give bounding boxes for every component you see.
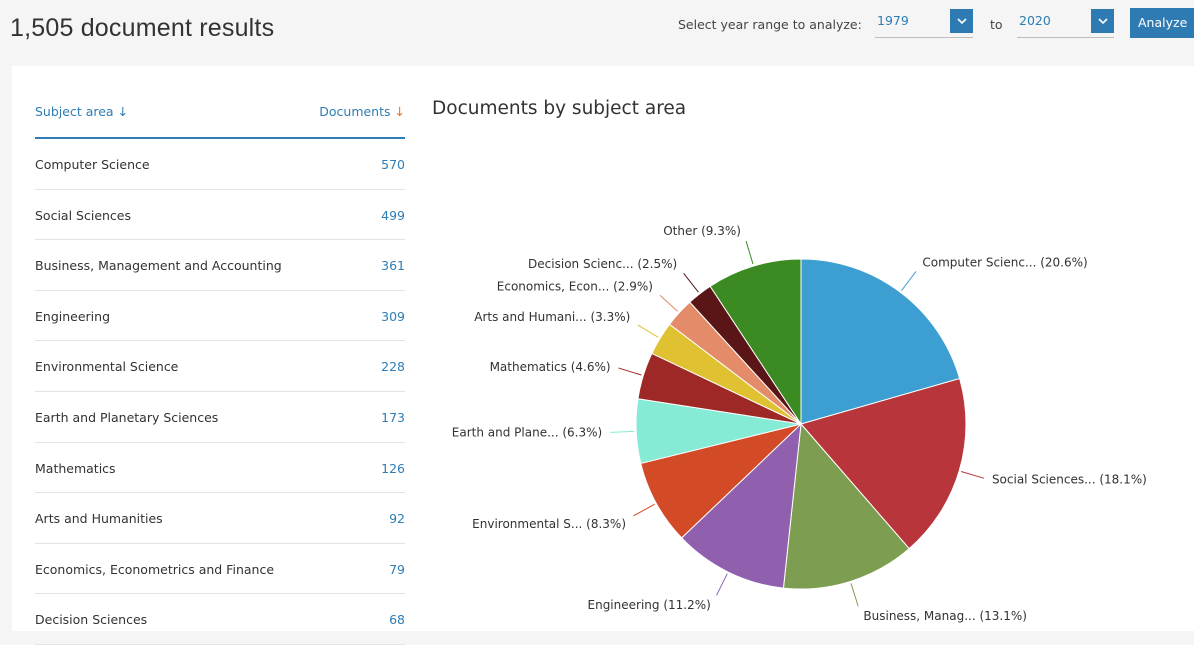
subject-name: Decision Sciences [35, 612, 148, 628]
pie-chart: Computer Scienc... (20.6%) Social Science… [452, 224, 1147, 623]
document-count-link[interactable]: 361 [381, 258, 405, 273]
subject-area-sort[interactable]: Subject area ↓ [35, 104, 128, 119]
table-row: Earth and Planetary Sciences 173 [35, 392, 405, 443]
analysis-panel: Subject area ↓ Documents ↓ Computer Scie… [12, 66, 1194, 645]
leader-line [960, 471, 985, 479]
leader-line [637, 324, 659, 338]
slice-label: Mathematics (4.6%) [490, 360, 611, 374]
document-count-link[interactable]: 309 [381, 309, 405, 324]
table-body: Computer Science 570 Social Sciences 499 Bus… [35, 139, 405, 645]
table-row: Arts and Humanities 92 [35, 493, 405, 544]
arrow-down-icon: ↓ [117, 104, 129, 119]
subject-name: Economics, Econometrics and Finance [35, 561, 275, 577]
year-from-select[interactable]: 1979 [875, 9, 973, 38]
subject-name: Arts and Humanities [35, 511, 163, 527]
leader-line [901, 271, 917, 291]
arrow-down-icon: ↓ [394, 104, 405, 119]
table-row: Mathematics 126 [35, 443, 405, 494]
slice-label: Decision Scienc... (2.5%) [528, 257, 677, 271]
document-count-link[interactable]: 228 [381, 359, 405, 374]
subject-name: Engineering [35, 308, 110, 324]
document-count-link[interactable]: 570 [381, 157, 405, 172]
slice-label: Social Sciences... (18.1%) [992, 472, 1147, 486]
document-count-link[interactable]: 126 [381, 461, 405, 476]
analyze-button[interactable]: Analyze [1130, 8, 1194, 38]
subject-area-header: Subject area [35, 104, 114, 119]
table-row: Environmental Science 228 [35, 341, 405, 392]
table-row: Engineering 309 [35, 291, 405, 342]
year-range-bar: 1,505 document results Select year range… [0, 0, 1194, 50]
year-from-value: 1979 [877, 13, 909, 28]
slice-label: Business, Manag... (13.1%) [863, 609, 1027, 623]
slice-label: Engineering (11.2%) [588, 598, 711, 612]
document-count-link[interactable]: 92 [389, 511, 405, 526]
year-to-select[interactable]: 2020 [1017, 9, 1114, 38]
subject-name: Environmental Science [35, 359, 179, 375]
documents-sort[interactable]: Documents ↓ [319, 104, 405, 119]
chevron-down-icon[interactable] [950, 9, 973, 33]
subject-name: Business, Management and Accounting [35, 258, 282, 274]
leader-line [683, 272, 699, 293]
document-count-link[interactable]: 499 [381, 208, 405, 223]
leader-line [633, 503, 655, 517]
subject-name: Computer Science [35, 157, 150, 172]
slice-label: Earth and Plane... (6.3%) [452, 426, 602, 440]
subject-name: Mathematics [35, 460, 116, 476]
slice-label: Other (9.3%) [663, 224, 741, 238]
table-row: Social Sciences 499 [35, 190, 405, 241]
table-header: Subject area ↓ Documents ↓ [35, 90, 405, 139]
table-row: Economics, Econometrics and Finance 79 [35, 544, 405, 595]
document-count-link[interactable]: 173 [381, 410, 405, 425]
slice-label: Arts and Humani... (3.3%) [474, 310, 630, 324]
subject-name: Social Sciences [35, 207, 132, 223]
subject-name: Earth and Planetary Sciences [35, 409, 219, 425]
chevron-down-icon[interactable] [1091, 9, 1114, 33]
to-label: to [990, 17, 1003, 32]
slice-label: Environmental S... (8.3%) [472, 517, 626, 531]
leader-line [618, 367, 642, 376]
document-count-link[interactable]: 68 [389, 612, 405, 627]
table-row: Computer Science 570 [35, 139, 405, 190]
leader-line [716, 573, 728, 596]
leader-line [745, 240, 754, 265]
documents-header: Documents [319, 104, 391, 119]
results-title: 1,505 document results [10, 14, 275, 42]
leader-line [850, 583, 859, 607]
chart-title: Documents by subject area [432, 98, 687, 119]
year-to-value: 2020 [1019, 13, 1051, 28]
leader-line [659, 294, 679, 312]
slice-label: Economics, Econ... (2.9%) [497, 280, 653, 294]
document-count-link[interactable]: 79 [389, 562, 405, 577]
table-row: Decision Sciences 68 [35, 594, 405, 645]
year-range-prompt: Select year range to analyze: [678, 17, 862, 32]
table-row: Business, Management and Accounting 361 [35, 240, 405, 291]
leader-line [610, 430, 635, 433]
slice-label: Computer Scienc... (20.6%) [922, 255, 1087, 269]
subject-area-table: Subject area ↓ Documents ↓ Computer Scie… [35, 90, 405, 645]
